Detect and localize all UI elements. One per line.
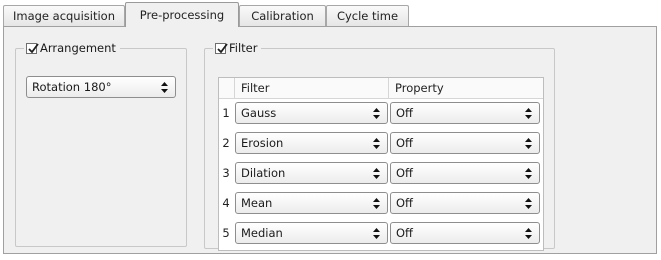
property-select-value: Off: [396, 226, 413, 240]
column-header-property[interactable]: Property: [388, 78, 543, 98]
arrangement-checkbox[interactable]: [26, 42, 39, 54]
arrangement-label: Arrangement: [40, 41, 116, 55]
property-select[interactable]: Off: [390, 192, 540, 214]
property-select[interactable]: Off: [390, 162, 540, 184]
property-select-value: Off: [396, 136, 413, 150]
table-header: Filter Property: [219, 78, 543, 99]
property-select[interactable]: Off: [390, 132, 540, 154]
filter-select[interactable]: Median: [235, 222, 388, 244]
filter-group: Filter Filter Property 1 Gauss Off 2 Ero…: [204, 40, 555, 251]
tab-image-acquisition[interactable]: Image acquisition: [3, 5, 125, 26]
filter-table: Filter Property 1 Gauss Off 2 Erosion Of…: [218, 77, 544, 251]
filter-label: Filter: [229, 41, 258, 55]
arrangement-group-title: Arrangement: [24, 40, 120, 56]
property-select-value: Off: [396, 106, 413, 120]
spin-arrows-icon: [373, 168, 380, 179]
property-select[interactable]: Off: [390, 222, 540, 244]
property-select-value: Off: [396, 196, 413, 210]
row-number: 4: [222, 196, 230, 210]
spin-arrows-icon: [161, 82, 168, 93]
filter-checkbox[interactable]: [215, 42, 228, 54]
tab-calibration[interactable]: Calibration: [239, 5, 326, 26]
filter-select-value: Erosion: [241, 136, 284, 150]
row-number: 5: [222, 226, 230, 240]
checkmark-icon: [28, 42, 39, 53]
tab-cycle-time[interactable]: Cycle time: [326, 5, 409, 26]
tab-bar: Image acquisition Pre-processing Calibra…: [0, 0, 661, 27]
table-row: 2 Erosion Off: [219, 128, 543, 158]
spin-arrows-icon: [525, 198, 532, 209]
filter-select-value: Gauss: [241, 106, 277, 120]
row-number: 3: [222, 166, 230, 180]
column-header-filter[interactable]: Filter: [234, 78, 388, 98]
property-select-value: Off: [396, 166, 413, 180]
spin-arrows-icon: [525, 138, 532, 149]
arrangement-group: Arrangement Rotation 180°: [15, 40, 187, 247]
pre-processing-pane: Arrangement Rotation 180° Filter Filter …: [3, 26, 657, 254]
checkmark-icon: [217, 42, 228, 53]
filter-select-value: Mean: [241, 196, 273, 210]
arrangement-select[interactable]: Rotation 180°: [26, 76, 176, 98]
filter-select[interactable]: Erosion: [235, 132, 388, 154]
spin-arrows-icon: [373, 138, 380, 149]
tab-pre-processing[interactable]: Pre-processing: [125, 2, 239, 27]
filter-select[interactable]: Mean: [235, 192, 388, 214]
filter-group-title: Filter: [213, 40, 262, 56]
spin-arrows-icon: [373, 108, 380, 119]
filter-select-value: Median: [241, 226, 283, 240]
spin-arrows-icon: [373, 228, 380, 239]
spin-arrows-icon: [525, 228, 532, 239]
arrangement-select-value: Rotation 180°: [32, 80, 112, 94]
table-row: 1 Gauss Off: [219, 98, 543, 128]
filter-select[interactable]: Dilation: [235, 162, 388, 184]
filter-select[interactable]: Gauss: [235, 102, 388, 124]
table-row: 4 Mean Off: [219, 188, 543, 218]
property-select[interactable]: Off: [390, 102, 540, 124]
spin-arrows-icon: [525, 108, 532, 119]
table-row: 5 Median Off: [219, 218, 543, 248]
row-number: 2: [222, 136, 230, 150]
spin-arrows-icon: [525, 168, 532, 179]
table-row: 3 Dilation Off: [219, 158, 543, 188]
row-number: 1: [222, 106, 230, 120]
spin-arrows-icon: [373, 198, 380, 209]
filter-select-value: Dilation: [241, 166, 286, 180]
